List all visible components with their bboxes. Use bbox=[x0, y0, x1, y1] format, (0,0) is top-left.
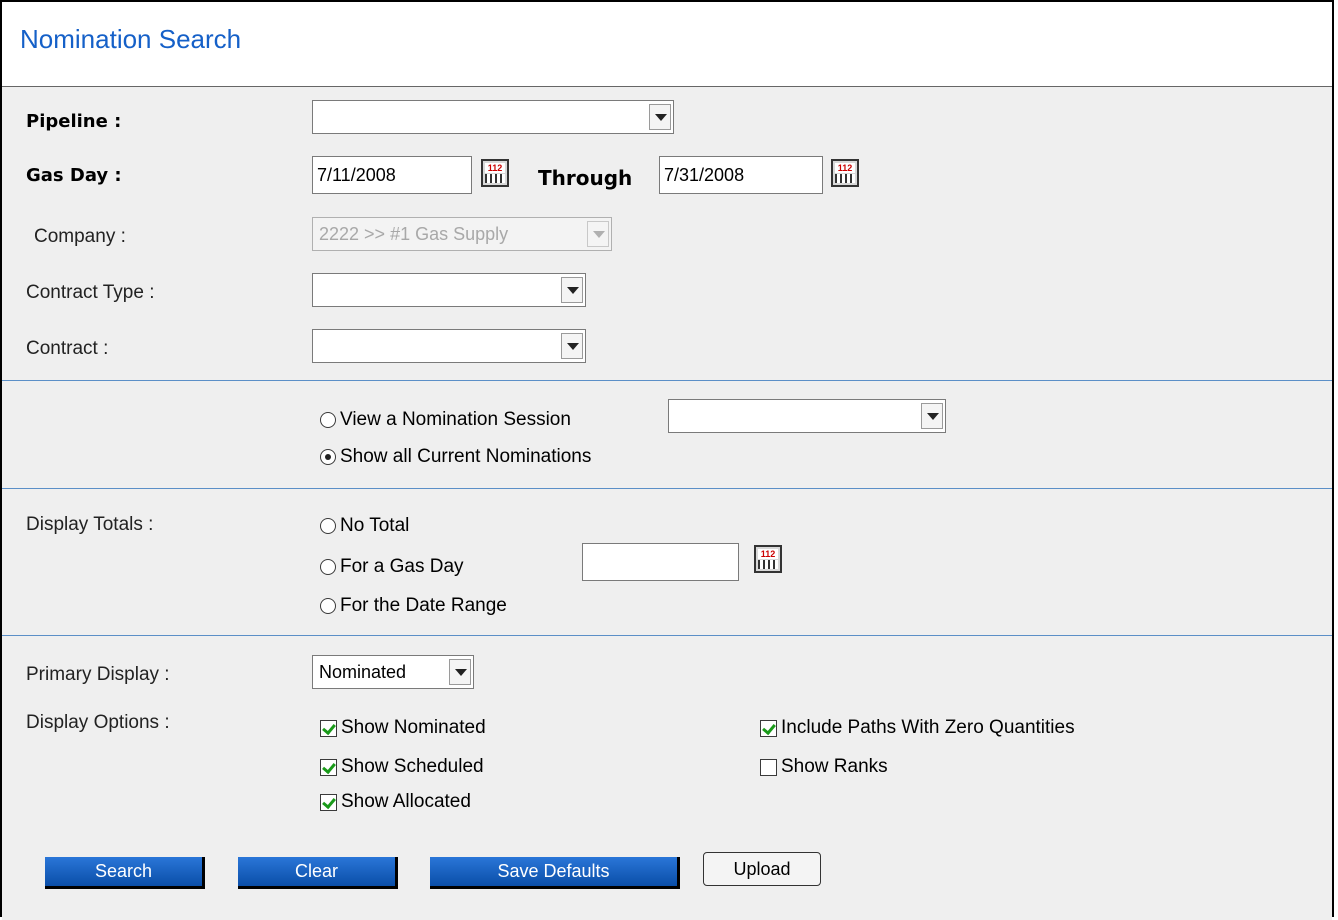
chevron-down-icon[interactable] bbox=[561, 333, 583, 359]
company-select-value: 2222 >> #1 Gas Supply bbox=[319, 224, 509, 244]
total-gas-day-input[interactable] bbox=[582, 543, 739, 581]
pipeline-label: Pipeline : bbox=[26, 111, 122, 132]
chevron-down-icon bbox=[587, 221, 609, 247]
show-allocated-label: Show Allocated bbox=[341, 791, 471, 812]
gas-day-to-input[interactable]: 7/31/2008 bbox=[659, 156, 823, 194]
show-current-label: Show all Current Nominations bbox=[340, 446, 592, 467]
view-session-radio[interactable] bbox=[320, 412, 336, 428]
no-total-label: No Total bbox=[340, 515, 410, 536]
session-select[interactable] bbox=[668, 399, 946, 433]
pipeline-select[interactable] bbox=[312, 100, 674, 134]
include-zero-quantities-checkbox[interactable] bbox=[760, 720, 777, 737]
section-divider bbox=[2, 488, 1332, 489]
primary-display-select[interactable]: Nominated bbox=[312, 655, 474, 689]
gas-day-from-value: 7/11/2008 bbox=[317, 165, 396, 185]
gas-day-total-label: For a Gas Day bbox=[340, 556, 464, 577]
contract-select[interactable] bbox=[312, 329, 586, 363]
chevron-down-icon[interactable] bbox=[649, 104, 671, 130]
contract-label: Contract : bbox=[26, 338, 109, 359]
show-nominated-label: Show Nominated bbox=[341, 717, 486, 738]
company-label: Company : bbox=[34, 226, 126, 247]
primary-display-value: Nominated bbox=[319, 662, 407, 682]
company-select: 2222 >> #1 Gas Supply bbox=[312, 217, 612, 251]
show-allocated-checkbox[interactable] bbox=[320, 794, 337, 811]
calendar-icon[interactable]: 112 bbox=[831, 159, 859, 187]
include-zero-quantities-label: Include Paths With Zero Quantities bbox=[781, 717, 1075, 738]
search-button[interactable]: Search bbox=[45, 857, 205, 889]
search-form: Pipeline : Gas Day : 7/11/2008 112 Throu… bbox=[2, 86, 1332, 920]
through-label: Through bbox=[538, 166, 633, 190]
gas-day-to-value: 7/31/2008 bbox=[664, 165, 745, 185]
calendar-icon[interactable]: 112 bbox=[754, 545, 782, 573]
calendar-icon[interactable]: 112 bbox=[481, 159, 509, 187]
chevron-down-icon[interactable] bbox=[921, 403, 943, 429]
show-ranks-label: Show Ranks bbox=[781, 756, 888, 777]
display-totals-label: Display Totals : bbox=[26, 514, 154, 535]
section-divider bbox=[2, 380, 1332, 381]
show-current-radio[interactable] bbox=[320, 449, 336, 465]
gas-day-total-radio[interactable] bbox=[320, 559, 336, 575]
show-ranks-checkbox[interactable] bbox=[760, 759, 777, 776]
no-total-radio[interactable] bbox=[320, 518, 336, 534]
show-scheduled-checkbox[interactable] bbox=[320, 759, 337, 776]
contract-type-select[interactable] bbox=[312, 273, 586, 307]
upload-button[interactable]: Upload bbox=[703, 852, 821, 886]
page-title: Nomination Search bbox=[20, 24, 242, 54]
view-session-label: View a Nomination Session bbox=[340, 409, 571, 430]
section-divider bbox=[2, 635, 1332, 636]
display-options-label: Display Options : bbox=[26, 712, 170, 733]
gas-day-from-input[interactable]: 7/11/2008 bbox=[312, 156, 472, 194]
chevron-down-icon[interactable] bbox=[449, 659, 471, 685]
gas-day-label: Gas Day : bbox=[26, 165, 122, 186]
show-scheduled-label: Show Scheduled bbox=[341, 756, 484, 777]
date-range-label: For the Date Range bbox=[340, 595, 507, 616]
chevron-down-icon[interactable] bbox=[561, 277, 583, 303]
clear-button[interactable]: Clear bbox=[238, 857, 398, 889]
title-bar: Nomination Search bbox=[2, 2, 1332, 86]
show-nominated-checkbox[interactable] bbox=[320, 720, 337, 737]
primary-display-label: Primary Display : bbox=[26, 664, 170, 685]
save-defaults-button[interactable]: Save Defaults bbox=[430, 857, 680, 889]
date-range-radio[interactable] bbox=[320, 598, 336, 614]
contract-type-label: Contract Type : bbox=[26, 282, 155, 303]
